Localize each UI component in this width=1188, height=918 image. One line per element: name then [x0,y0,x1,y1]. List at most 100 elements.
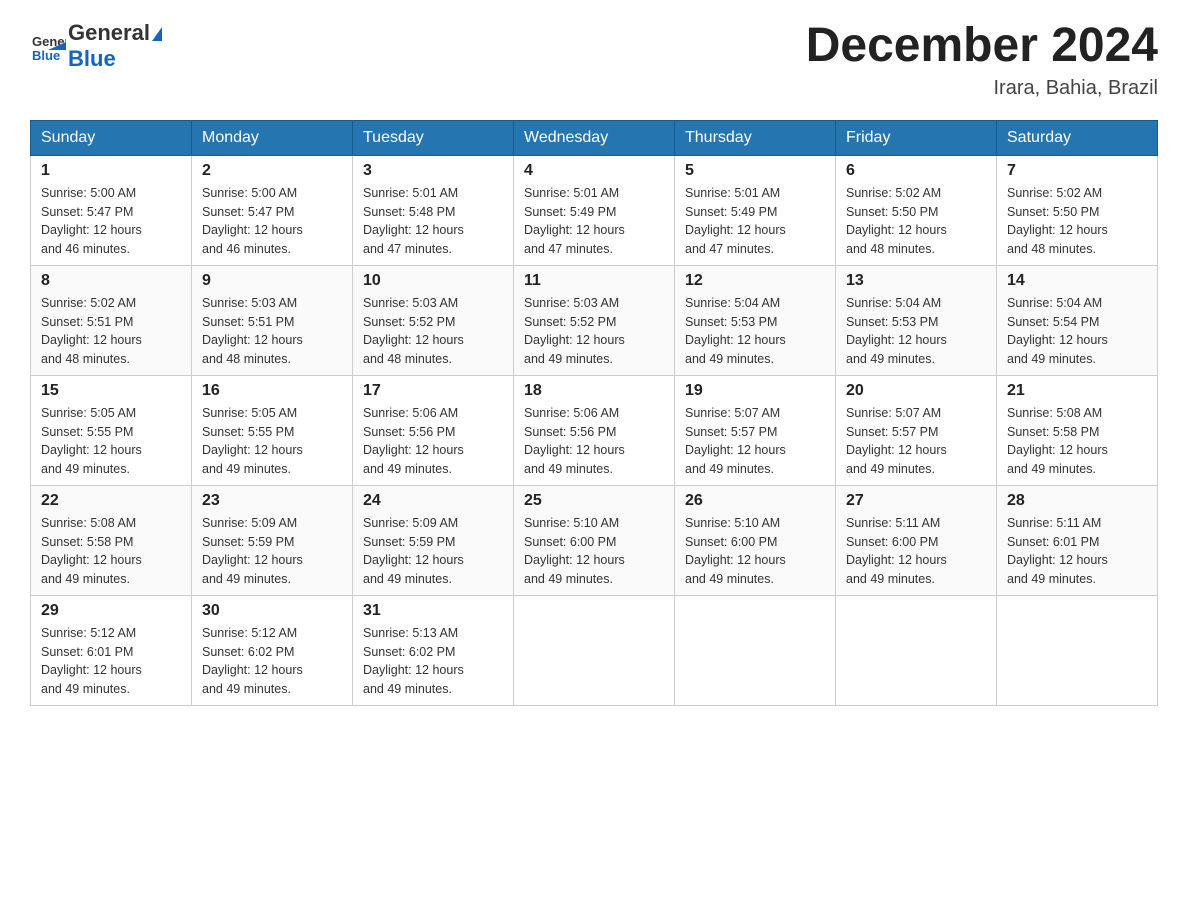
calendar-week-row: 1 Sunrise: 5:00 AMSunset: 5:47 PMDayligh… [31,155,1158,265]
calendar-day-cell: 22 Sunrise: 5:08 AMSunset: 5:58 PMDaylig… [31,485,192,595]
calendar-day-cell: 29 Sunrise: 5:12 AMSunset: 6:01 PMDaylig… [31,595,192,705]
day-info: Sunrise: 5:00 AMSunset: 5:47 PMDaylight:… [41,186,142,256]
svg-text:Blue: Blue [32,48,60,63]
day-number: 21 [1007,382,1147,400]
calendar-title-area: December 2024 Irara, Bahia, Brazil [806,20,1158,100]
day-number: 4 [524,162,664,180]
calendar-day-cell: 3 Sunrise: 5:01 AMSunset: 5:48 PMDayligh… [353,155,514,265]
day-number: 28 [1007,492,1147,510]
day-info: Sunrise: 5:11 AMSunset: 6:01 PMDaylight:… [1007,516,1108,586]
day-number: 12 [685,272,825,290]
day-info: Sunrise: 5:12 AMSunset: 6:01 PMDaylight:… [41,626,142,696]
calendar-day-cell: 4 Sunrise: 5:01 AMSunset: 5:49 PMDayligh… [514,155,675,265]
day-number: 11 [524,272,664,290]
day-info: Sunrise: 5:09 AMSunset: 5:59 PMDaylight:… [202,516,303,586]
day-info: Sunrise: 5:03 AMSunset: 5:51 PMDaylight:… [202,296,303,366]
calendar-day-cell: 13 Sunrise: 5:04 AMSunset: 5:53 PMDaylig… [836,265,997,375]
day-number: 2 [202,162,342,180]
calendar-day-cell: 12 Sunrise: 5:04 AMSunset: 5:53 PMDaylig… [675,265,836,375]
calendar-week-row: 15 Sunrise: 5:05 AMSunset: 5:55 PMDaylig… [31,375,1158,485]
header-tuesday: Tuesday [353,120,514,155]
day-number: 7 [1007,162,1147,180]
day-info: Sunrise: 5:03 AMSunset: 5:52 PMDaylight:… [363,296,464,366]
day-info: Sunrise: 5:11 AMSunset: 6:00 PMDaylight:… [846,516,947,586]
day-number: 10 [363,272,503,290]
day-info: Sunrise: 5:12 AMSunset: 6:02 PMDaylight:… [202,626,303,696]
calendar-day-cell: 24 Sunrise: 5:09 AMSunset: 5:59 PMDaylig… [353,485,514,595]
logo: General Blue General Blue [30,20,162,72]
page-header: General Blue General Blue December 2024 … [30,20,1158,100]
calendar-day-cell: 9 Sunrise: 5:03 AMSunset: 5:51 PMDayligh… [192,265,353,375]
day-info: Sunrise: 5:02 AMSunset: 5:50 PMDaylight:… [846,186,947,256]
day-info: Sunrise: 5:10 AMSunset: 6:00 PMDaylight:… [524,516,625,586]
day-info: Sunrise: 5:01 AMSunset: 5:49 PMDaylight:… [524,186,625,256]
calendar-day-cell: 26 Sunrise: 5:10 AMSunset: 6:00 PMDaylig… [675,485,836,595]
day-number: 24 [363,492,503,510]
calendar-day-cell [997,595,1158,705]
day-info: Sunrise: 5:04 AMSunset: 5:53 PMDaylight:… [846,296,947,366]
day-number: 14 [1007,272,1147,290]
day-number: 9 [202,272,342,290]
day-info: Sunrise: 5:10 AMSunset: 6:00 PMDaylight:… [685,516,786,586]
day-info: Sunrise: 5:01 AMSunset: 5:48 PMDaylight:… [363,186,464,256]
day-info: Sunrise: 5:02 AMSunset: 5:50 PMDaylight:… [1007,186,1108,256]
day-info: Sunrise: 5:08 AMSunset: 5:58 PMDaylight:… [1007,406,1108,476]
day-number: 8 [41,272,181,290]
day-info: Sunrise: 5:06 AMSunset: 5:56 PMDaylight:… [524,406,625,476]
day-number: 6 [846,162,986,180]
day-number: 16 [202,382,342,400]
logo-blue-text: Blue [68,46,162,72]
day-number: 22 [41,492,181,510]
day-number: 27 [846,492,986,510]
header-sunday: Sunday [31,120,192,155]
day-info: Sunrise: 5:06 AMSunset: 5:56 PMDaylight:… [363,406,464,476]
day-info: Sunrise: 5:07 AMSunset: 5:57 PMDaylight:… [846,406,947,476]
day-number: 5 [685,162,825,180]
calendar-day-cell: 27 Sunrise: 5:11 AMSunset: 6:00 PMDaylig… [836,485,997,595]
calendar-title: December 2024 [806,20,1158,73]
calendar-day-cell: 8 Sunrise: 5:02 AMSunset: 5:51 PMDayligh… [31,265,192,375]
weekday-header-row: Sunday Monday Tuesday Wednesday Thursday… [31,120,1158,155]
calendar-day-cell: 18 Sunrise: 5:06 AMSunset: 5:56 PMDaylig… [514,375,675,485]
day-number: 18 [524,382,664,400]
header-friday: Friday [836,120,997,155]
calendar-day-cell: 21 Sunrise: 5:08 AMSunset: 5:58 PMDaylig… [997,375,1158,485]
calendar-day-cell: 17 Sunrise: 5:06 AMSunset: 5:56 PMDaylig… [353,375,514,485]
calendar-day-cell: 2 Sunrise: 5:00 AMSunset: 5:47 PMDayligh… [192,155,353,265]
day-info: Sunrise: 5:09 AMSunset: 5:59 PMDaylight:… [363,516,464,586]
calendar-day-cell [514,595,675,705]
header-saturday: Saturday [997,120,1158,155]
calendar-day-cell [836,595,997,705]
calendar-week-row: 29 Sunrise: 5:12 AMSunset: 6:01 PMDaylig… [31,595,1158,705]
calendar-day-cell: 7 Sunrise: 5:02 AMSunset: 5:50 PMDayligh… [997,155,1158,265]
day-number: 29 [41,602,181,620]
calendar-day-cell: 11 Sunrise: 5:03 AMSunset: 5:52 PMDaylig… [514,265,675,375]
day-number: 17 [363,382,503,400]
day-info: Sunrise: 5:04 AMSunset: 5:54 PMDaylight:… [1007,296,1108,366]
calendar-day-cell [675,595,836,705]
calendar-week-row: 22 Sunrise: 5:08 AMSunset: 5:58 PMDaylig… [31,485,1158,595]
header-wednesday: Wednesday [514,120,675,155]
calendar-day-cell: 30 Sunrise: 5:12 AMSunset: 6:02 PMDaylig… [192,595,353,705]
calendar-day-cell: 31 Sunrise: 5:13 AMSunset: 6:02 PMDaylig… [353,595,514,705]
day-number: 25 [524,492,664,510]
day-info: Sunrise: 5:05 AMSunset: 5:55 PMDaylight:… [41,406,142,476]
day-info: Sunrise: 5:03 AMSunset: 5:52 PMDaylight:… [524,296,625,366]
calendar-day-cell: 6 Sunrise: 5:02 AMSunset: 5:50 PMDayligh… [836,155,997,265]
calendar-day-cell: 10 Sunrise: 5:03 AMSunset: 5:52 PMDaylig… [353,265,514,375]
header-monday: Monday [192,120,353,155]
calendar-day-cell: 25 Sunrise: 5:10 AMSunset: 6:00 PMDaylig… [514,485,675,595]
day-info: Sunrise: 5:00 AMSunset: 5:47 PMDaylight:… [202,186,303,256]
day-info: Sunrise: 5:08 AMSunset: 5:58 PMDaylight:… [41,516,142,586]
calendar-day-cell: 23 Sunrise: 5:09 AMSunset: 5:59 PMDaylig… [192,485,353,595]
calendar-body: 1 Sunrise: 5:00 AMSunset: 5:47 PMDayligh… [31,155,1158,705]
calendar-day-cell: 14 Sunrise: 5:04 AMSunset: 5:54 PMDaylig… [997,265,1158,375]
calendar-week-row: 8 Sunrise: 5:02 AMSunset: 5:51 PMDayligh… [31,265,1158,375]
calendar-day-cell: 1 Sunrise: 5:00 AMSunset: 5:47 PMDayligh… [31,155,192,265]
day-number: 3 [363,162,503,180]
day-number: 30 [202,602,342,620]
day-number: 1 [41,162,181,180]
day-number: 19 [685,382,825,400]
logo-icon: General Blue [30,28,66,64]
day-number: 15 [41,382,181,400]
